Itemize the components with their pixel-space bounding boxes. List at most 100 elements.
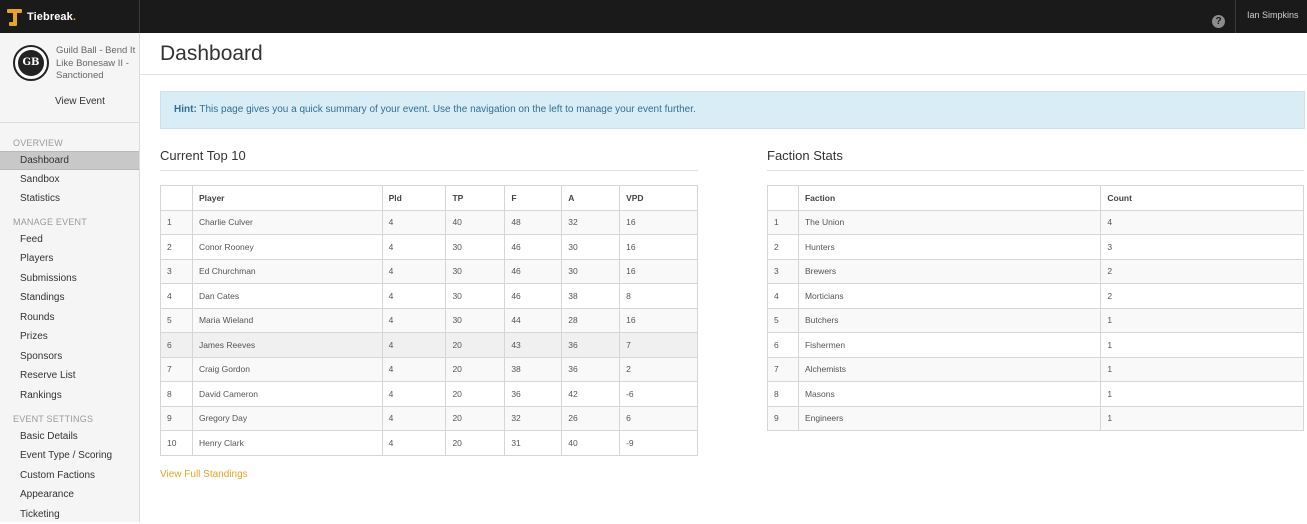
rank-cell: 1 (767, 209, 799, 235)
user-menu[interactable]: Ian Simpkins (1247, 10, 1299, 20)
table-row: 3 Brewers 2 (767, 258, 1304, 284)
table-row: 9 Gregory Day 4 20 32 26 6 (160, 405, 698, 431)
sidebar-item-ticketing[interactable]: Ticketing (0, 505, 139, 524)
rank-cell: 7 (767, 356, 799, 382)
for-cell: 43 (504, 332, 563, 358)
faction-stats-table: Faction Count 1 The Union 4 2 Hunters 3 … (767, 185, 1304, 431)
rank-cell: 9 (767, 405, 799, 431)
help-icon[interactable]: ? (1212, 15, 1225, 28)
column-header: VPD (619, 185, 698, 211)
rank-cell: 8 (767, 381, 799, 407)
player-cell: Craig Gordon (191, 356, 383, 382)
sidebar-item-reserve-list[interactable]: Reserve List (0, 366, 139, 385)
column-header: A (561, 185, 621, 211)
rank-cell: 5 (160, 307, 193, 333)
event-logo-text: GB (18, 50, 44, 76)
tp-cell: 20 (445, 356, 506, 382)
rank-cell: 4 (767, 283, 799, 309)
vpd-cell: 8 (619, 283, 698, 309)
tp-cell: 30 (445, 234, 506, 260)
column-header: TP (445, 185, 506, 211)
brand-logo[interactable]: Tiebreak. (7, 7, 76, 26)
played-cell: 4 (381, 381, 447, 407)
view-event-link[interactable]: View Event (55, 96, 105, 107)
tp-cell: 20 (445, 430, 506, 456)
column-header: Count (1100, 185, 1304, 211)
brand-name: Tiebreak. (27, 10, 77, 23)
count-cell: 1 (1100, 356, 1304, 382)
for-cell: 46 (504, 234, 563, 260)
view-full-standings-link[interactable]: View Full Standings (160, 469, 248, 480)
vpd-cell: 16 (619, 307, 698, 333)
table-row: 6 Fishermen 1 (767, 332, 1304, 358)
column-header: F (504, 185, 563, 211)
faction-stats-divider (767, 170, 1304, 171)
table-row: 10 Henry Clark 4 20 31 40 -9 (160, 430, 698, 456)
title-divider (140, 74, 1307, 75)
rank-cell: 4 (160, 283, 193, 309)
vpd-cell: 16 (619, 258, 698, 284)
faction-cell: Masons (797, 381, 1102, 407)
player-cell: David Cameron (191, 381, 383, 407)
vpd-cell: 16 (619, 209, 698, 235)
sidebar-item-feed[interactable]: Feed (0, 230, 139, 249)
hint-alert: Hint: This page gives you a quick summar… (160, 91, 1305, 129)
count-cell: 2 (1100, 283, 1304, 309)
table-row: 2 Conor Rooney 4 30 46 30 16 (160, 234, 698, 260)
rank-cell: 6 (767, 332, 799, 358)
rank-cell: 2 (767, 234, 799, 260)
against-cell: 38 (561, 283, 621, 309)
sidebar-item-standings[interactable]: Standings (0, 288, 139, 307)
count-cell: 1 (1100, 405, 1304, 431)
column-header (767, 185, 799, 211)
top-navbar: Tiebreak. ? Ian Simpkins (0, 0, 1307, 33)
table-row: 4 Dan Cates 4 30 46 38 8 (160, 283, 698, 309)
against-cell: 32 (561, 209, 621, 235)
rank-cell: 9 (160, 405, 193, 431)
table-row: 1 Charlie Culver 4 40 48 32 16 (160, 209, 698, 235)
player-cell: Henry Clark (191, 430, 383, 456)
count-cell: 1 (1100, 307, 1304, 333)
sidebar-item-event-type-scoring[interactable]: Event Type / Scoring (0, 446, 139, 465)
for-cell: 44 (504, 307, 563, 333)
sidebar-item-sponsors[interactable]: Sponsors (0, 347, 139, 366)
sidebar-item-rankings[interactable]: Rankings (0, 386, 139, 405)
player-cell: James Reeves (191, 332, 383, 358)
for-cell: 32 (504, 405, 563, 431)
table-row: 5 Butchers 1 (767, 307, 1304, 333)
vpd-cell: 6 (619, 405, 698, 431)
top10-divider (160, 170, 698, 171)
rank-cell: 1 (160, 209, 193, 235)
rank-cell: 6 (160, 332, 193, 358)
sidebar-item-statistics[interactable]: Statistics (0, 189, 139, 208)
for-cell: 48 (504, 209, 563, 235)
sidebar-item-sandbox[interactable]: Sandbox (0, 170, 139, 189)
sidebar-item-basic-details[interactable]: Basic Details (0, 427, 139, 446)
played-cell: 4 (381, 405, 447, 431)
played-cell: 4 (381, 234, 447, 260)
rank-cell: 3 (160, 258, 193, 284)
rank-cell: 10 (160, 430, 193, 456)
hint-text: This page gives you a quick summary of y… (196, 104, 696, 115)
sidebar-item-appearance[interactable]: Appearance (0, 485, 139, 504)
sidebar-item-dashboard[interactable]: Dashboard (0, 151, 139, 170)
sidebar-item-players[interactable]: Players (0, 249, 139, 268)
tp-cell: 30 (445, 258, 506, 284)
column-header: Pld (381, 185, 447, 211)
vpd-cell: 7 (619, 332, 698, 358)
faction-cell: Brewers (797, 258, 1102, 284)
tp-cell: 30 (445, 283, 506, 309)
sidebar-item-prizes[interactable]: Prizes (0, 327, 139, 346)
table-header-row: Faction Count (767, 185, 1304, 211)
sidebar-item-custom-factions[interactable]: Custom Factions (0, 466, 139, 485)
rank-cell: 2 (160, 234, 193, 260)
player-cell: Conor Rooney (191, 234, 383, 260)
faction-stats-title: Faction Stats (767, 148, 843, 163)
sidebar-item-submissions[interactable]: Submissions (0, 269, 139, 288)
faction-cell: Butchers (797, 307, 1102, 333)
column-header: Player (191, 185, 383, 211)
sidebar-item-rounds[interactable]: Rounds (0, 308, 139, 327)
faction-cell: Alchemists (797, 356, 1102, 382)
against-cell: 36 (561, 356, 621, 382)
played-cell: 4 (381, 209, 447, 235)
